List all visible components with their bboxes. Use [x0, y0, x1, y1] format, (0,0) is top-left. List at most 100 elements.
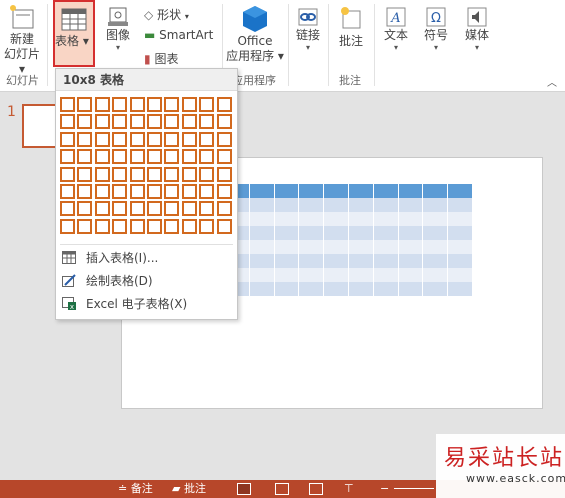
table-button[interactable]: 表格 ▾ — [53, 0, 95, 67]
insert-table-item[interactable]: 插入表格(I)... — [56, 247, 237, 269]
grid-cell[interactable] — [112, 184, 128, 199]
grid-cell[interactable] — [112, 218, 128, 234]
grid-cell[interactable] — [199, 114, 215, 130]
grid-cell[interactable] — [60, 166, 75, 182]
smartart-button[interactable]: ▬ SmartArt — [144, 28, 213, 42]
grid-cell[interactable] — [60, 149, 75, 165]
grid-cell[interactable] — [181, 166, 197, 182]
grid-cell[interactable] — [77, 166, 93, 182]
grid-cell[interactable] — [216, 166, 232, 182]
grid-cell[interactable] — [77, 97, 93, 112]
grid-cell[interactable] — [181, 218, 197, 234]
normal-view-button[interactable] — [237, 483, 251, 495]
grid-cell[interactable] — [129, 131, 145, 147]
grid-cell[interactable] — [164, 97, 180, 112]
grid-cell[interactable] — [94, 201, 110, 217]
grid-cell[interactable] — [129, 97, 145, 112]
grid-cell[interactable] — [216, 97, 232, 112]
grid-cell[interactable] — [77, 201, 93, 217]
grid-cell[interactable] — [94, 184, 110, 199]
grid-cell[interactable] — [94, 97, 110, 112]
excel-spreadsheet-item[interactable]: x Excel 电子表格(X) — [56, 293, 237, 315]
shapes-button[interactable]: ◇ 形状 ▾ — [144, 6, 189, 23]
zoom-slider[interactable] — [394, 488, 434, 489]
grid-cell[interactable] — [199, 131, 215, 147]
grid-cell[interactable] — [94, 218, 110, 234]
grid-cell[interactable] — [199, 218, 215, 234]
slide-sorter-button[interactable] — [275, 483, 289, 495]
grid-cell[interactable] — [164, 166, 180, 182]
grid-cell[interactable] — [77, 131, 93, 147]
grid-cell[interactable] — [60, 97, 75, 112]
zoom-out-icon[interactable]: − — [380, 482, 389, 496]
office-apps-button[interactable]: Office 应用程序 ▾ — [226, 4, 284, 64]
grid-cell[interactable] — [199, 149, 215, 165]
grid-cell[interactable] — [129, 201, 145, 217]
grid-cell[interactable] — [60, 218, 75, 234]
grid-cell[interactable] — [60, 114, 75, 130]
grid-cell[interactable] — [164, 184, 180, 199]
grid-cell[interactable] — [216, 201, 232, 217]
link-button[interactable]: 链接 ▾ — [292, 6, 324, 53]
grid-cell[interactable] — [129, 184, 145, 199]
reading-view-button[interactable] — [309, 483, 323, 495]
grid-cell[interactable] — [199, 166, 215, 182]
grid-cell[interactable] — [112, 114, 128, 130]
grid-cell[interactable] — [147, 131, 162, 147]
grid-cell[interactable] — [216, 218, 232, 234]
grid-cell[interactable] — [94, 166, 110, 182]
grid-cell[interactable] — [94, 149, 110, 165]
grid-cell[interactable] — [216, 114, 232, 130]
grid-cell[interactable] — [112, 149, 128, 165]
grid-cell[interactable] — [147, 184, 162, 199]
grid-cell[interactable] — [147, 114, 162, 130]
grid-cell[interactable] — [164, 114, 180, 130]
grid-cell[interactable] — [164, 218, 180, 234]
grid-cell[interactable] — [216, 131, 232, 147]
grid-cell[interactable] — [60, 131, 75, 147]
grid-cell[interactable] — [77, 184, 93, 199]
grid-cell[interactable] — [94, 114, 110, 130]
grid-cell[interactable] — [164, 131, 180, 147]
symbol-button[interactable]: Ω 符号 ▾ — [420, 6, 452, 53]
draw-table-item[interactable]: 绘制表格(D) — [56, 270, 237, 292]
grid-cell[interactable] — [147, 201, 162, 217]
grid-cell[interactable] — [164, 201, 180, 217]
grid-cell[interactable] — [181, 97, 197, 112]
collapse-ribbon-icon[interactable]: ︿ — [547, 74, 557, 89]
grid-cell[interactable] — [129, 166, 145, 182]
grid-cell[interactable] — [112, 166, 128, 182]
grid-cell[interactable] — [147, 149, 162, 165]
grid-cell[interactable] — [181, 201, 197, 217]
grid-cell[interactable] — [147, 218, 162, 234]
grid-cell[interactable] — [129, 218, 145, 234]
notes-button[interactable]: ≐ 备注 — [118, 482, 153, 496]
grid-cell[interactable] — [216, 149, 232, 165]
comment-button[interactable]: 批注 — [334, 6, 368, 49]
grid-cell[interactable] — [60, 201, 75, 217]
grid-cell[interactable] — [181, 149, 197, 165]
grid-cell[interactable] — [60, 184, 75, 199]
grid-cell[interactable] — [112, 97, 128, 112]
grid-cell[interactable] — [164, 149, 180, 165]
grid-cell[interactable] — [129, 114, 145, 130]
chart-button[interactable]: ▮ 图表 — [144, 50, 178, 67]
grid-cell[interactable] — [77, 114, 93, 130]
grid-cell[interactable] — [216, 184, 232, 199]
grid-cell[interactable] — [112, 201, 128, 217]
grid-cell[interactable] — [147, 166, 162, 182]
grid-cell[interactable] — [199, 201, 215, 217]
grid-cell[interactable] — [181, 184, 197, 199]
grid-cell[interactable] — [77, 149, 93, 165]
grid-cell[interactable] — [147, 97, 162, 112]
grid-cell[interactable] — [181, 114, 197, 130]
media-button[interactable]: 媒体 ▾ — [460, 6, 494, 53]
grid-cell[interactable] — [199, 184, 215, 199]
grid-cell[interactable] — [181, 131, 197, 147]
grid-cell[interactable] — [94, 131, 110, 147]
comments-button[interactable]: ▰ 批注 — [172, 482, 206, 496]
text-button[interactable]: A 文本 ▾ — [380, 6, 412, 53]
grid-cell[interactable] — [112, 131, 128, 147]
image-button[interactable]: 图像 ▾ — [103, 6, 133, 53]
grid-cell[interactable] — [129, 149, 145, 165]
